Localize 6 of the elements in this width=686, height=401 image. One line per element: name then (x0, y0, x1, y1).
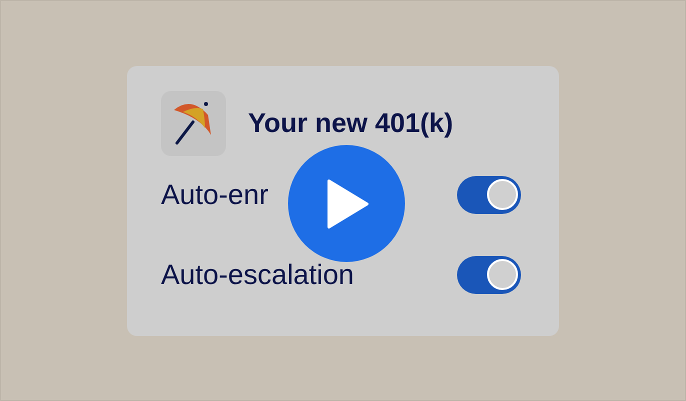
toggle-switch[interactable] (457, 256, 521, 294)
card-title: Your new 401(k) (248, 106, 454, 140)
setting-label: Auto-escalation (161, 258, 354, 292)
play-icon (324, 178, 368, 228)
toggle-switch[interactable] (457, 176, 521, 214)
setting-label: Auto-enr (161, 178, 268, 212)
